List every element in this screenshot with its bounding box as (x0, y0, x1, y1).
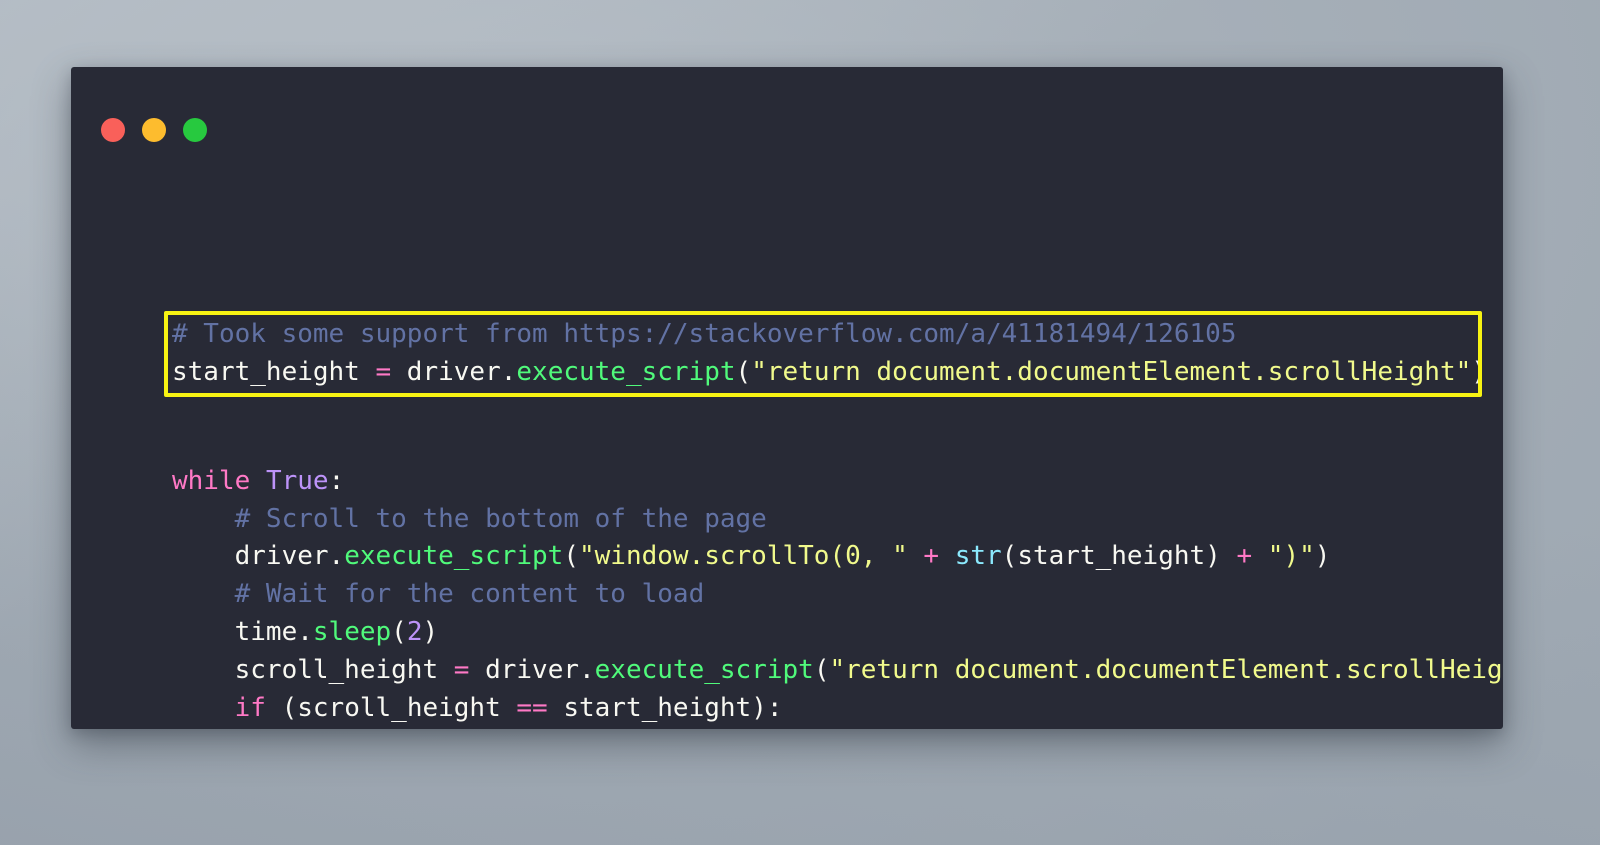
minimize-button[interactable] (142, 118, 166, 142)
code-token: ( (391, 616, 407, 647)
code-token: execute_script (594, 654, 814, 685)
code-token: start_height): (547, 692, 783, 723)
code-token: : (328, 465, 345, 496)
code-token: "return document.documentElement.scrollH… (829, 654, 1503, 685)
maximize-button[interactable] (183, 118, 207, 142)
code-token: ) (1314, 541, 1331, 572)
code-token: "window.scrollTo(0, " (579, 541, 908, 572)
code-token: scroll_height (172, 654, 454, 685)
highlighted-code-block: # Took some support from https://stackov… (172, 316, 1487, 392)
code-token: 2 (406, 616, 423, 647)
code-token: driver. (469, 654, 595, 685)
code-line: start_height = driver.execute_script("re… (172, 354, 1487, 392)
code-token: while (172, 465, 251, 496)
code-token: + (1236, 541, 1253, 572)
code-token: ")" (1267, 541, 1315, 572)
code-line: # Wait for the content to load (172, 576, 1503, 614)
code-line: # If heights are the same, we reached th… (172, 727, 1503, 729)
code-token: ( (735, 356, 752, 387)
code-token: (scroll_height (265, 692, 517, 723)
code-line: driver.execute_script("window.scrollTo(0… (172, 538, 1503, 576)
code-token: ( (813, 654, 830, 685)
code-line: if (scroll_height == start_height): (172, 690, 1503, 728)
code-token: time. (172, 616, 313, 647)
code-line: # Scroll to the bottom of the page (172, 501, 1503, 539)
code-token: driver. (391, 356, 517, 387)
code-token: sleep (312, 616, 392, 647)
code-token: ( (563, 541, 579, 572)
code-line: time.sleep(2) (172, 614, 1503, 652)
code-token: # Took some support from https://stackov… (172, 319, 1237, 349)
code-token: "return document.documentElement.scrollH… (751, 356, 1472, 387)
code-token: execute_script (344, 541, 564, 572)
code-token: driver. (172, 541, 345, 572)
code-token: (start_height) (1001, 541, 1237, 572)
code-token: # Wait for the content to load (234, 579, 705, 610)
code-block: while True: # Scroll to the bottom of th… (172, 425, 1503, 729)
code-token: = (375, 356, 392, 387)
window-titlebar (71, 67, 1503, 153)
code-line: # Took some support from https://stackov… (172, 316, 1487, 354)
code-token: str (954, 541, 1002, 572)
code-token: == (516, 692, 548, 723)
code-token: execute_script (516, 356, 736, 387)
code-token: # Scroll to the bottom of the page (234, 503, 767, 534)
code-token: + (923, 541, 940, 572)
code-token: ) (1471, 356, 1487, 387)
code-window: # Took some support from https://stackov… (71, 67, 1503, 729)
code-line: scroll_height = driver.execute_script("r… (172, 652, 1503, 690)
code-token: if (234, 692, 266, 723)
code-token: ) (422, 616, 439, 647)
code-line: while True: (172, 463, 1503, 501)
code-token: start_height (172, 356, 376, 387)
code-token: True (265, 465, 329, 496)
code-token: = (453, 654, 470, 685)
close-button[interactable] (101, 118, 125, 142)
